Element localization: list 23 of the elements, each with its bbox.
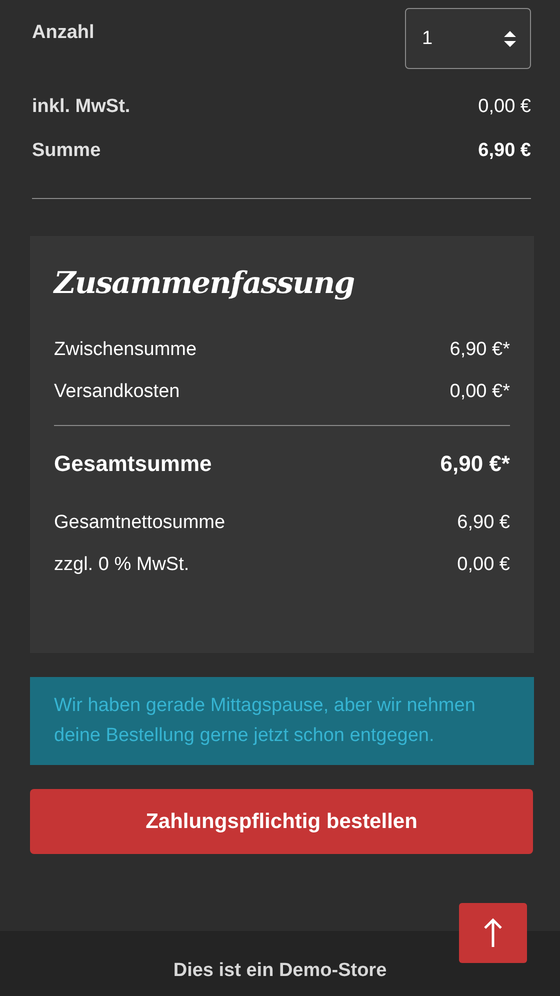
footer-text: Dies ist ein Demo-Store: [173, 960, 387, 982]
summary-label: Versandkosten: [54, 381, 180, 403]
summary-label: Gesamtnettosumme: [54, 512, 226, 534]
notice-message: Wir haben gerade Mittagspause, aber wir nehmen deine Bestellung gerne jetzt schon entgegen.: [30, 677, 534, 765]
summary-label: Gesamtsumme: [54, 451, 212, 477]
scroll-top-button[interactable]: [459, 903, 527, 963]
arrow-up-icon: [484, 918, 502, 948]
summary-label: zzgl. 0 % MwSt.: [54, 554, 190, 576]
summary-value: 6,90 €*: [450, 339, 510, 361]
summary-label: Zwischensumme: [54, 339, 197, 361]
order-button[interactable]: Zahlungspflichtig bestellen: [30, 789, 533, 854]
price-value: 6,90 €: [478, 140, 531, 162]
summary-value: 6,90 €*: [440, 451, 510, 477]
price-value: 0,00 €: [478, 96, 531, 118]
sort-arrows-icon: [504, 30, 516, 46]
price-label: Summe: [32, 140, 101, 162]
summary-value: 6,90 €: [457, 512, 510, 534]
quantity-label: Anzahl: [32, 22, 94, 44]
price-label: inkl. MwSt.: [32, 96, 130, 118]
quantity-select[interactable]: 1: [405, 8, 531, 69]
summary-title: Zusammenfassung: [54, 266, 356, 301]
summary-value: 0,00 €*: [450, 381, 510, 403]
summary-value: 0,00 €: [457, 554, 510, 576]
